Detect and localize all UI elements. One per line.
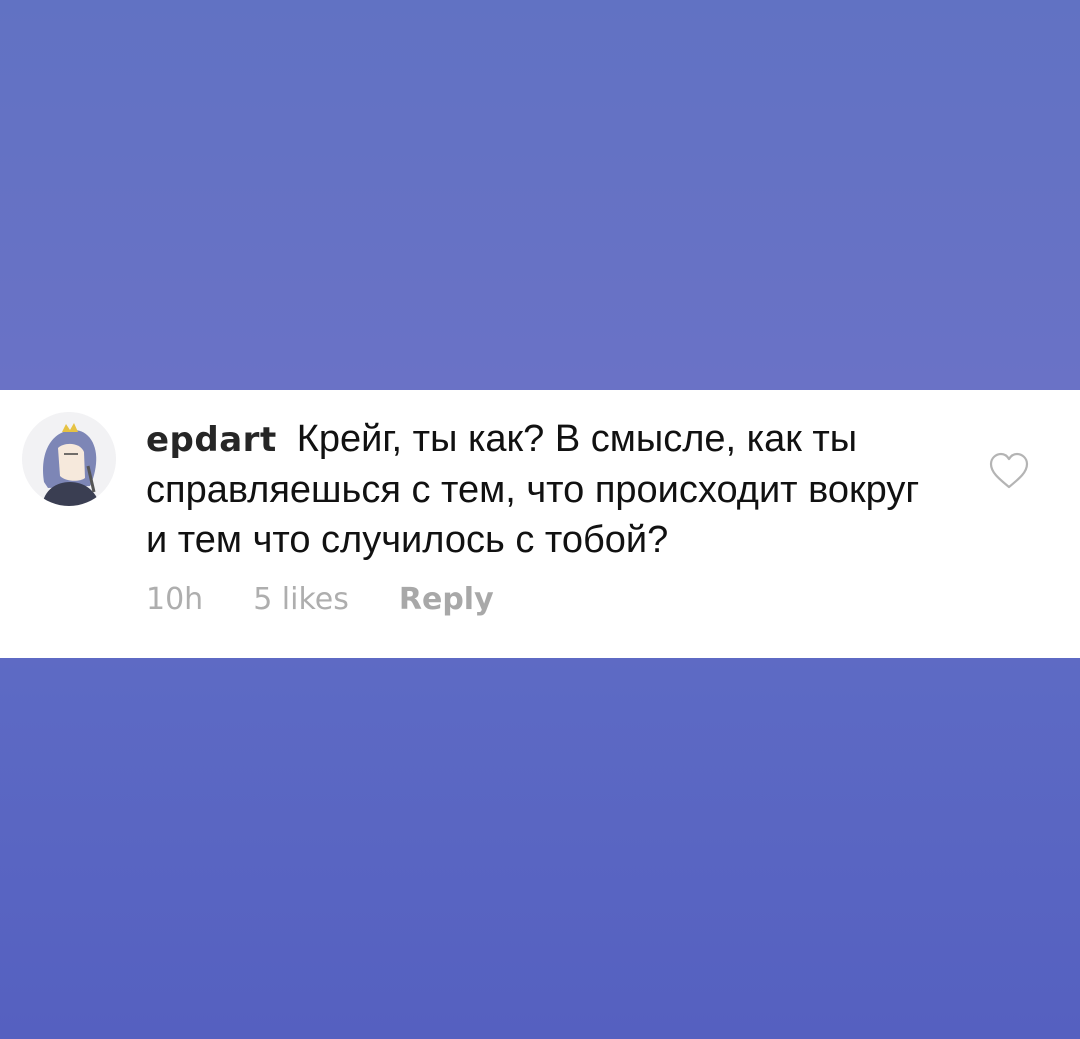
- comment-likes-count[interactable]: 5 likes: [253, 582, 349, 617]
- comment-card: epdart Крейг, ты как? В смысле, как ты сп…: [0, 390, 1080, 658]
- comment-username[interactable]: epdart: [146, 420, 277, 460]
- user-avatar-icon[interactable]: [22, 412, 116, 506]
- heart-outline-icon[interactable]: [988, 452, 1030, 490]
- comment-meta: 10h 5 likes Reply: [146, 582, 494, 617]
- comment-timestamp: 10h: [146, 582, 204, 617]
- reply-button[interactable]: Reply: [399, 582, 494, 617]
- comment-content: epdart Крейг, ты как? В смысле, как ты сп…: [146, 414, 946, 565]
